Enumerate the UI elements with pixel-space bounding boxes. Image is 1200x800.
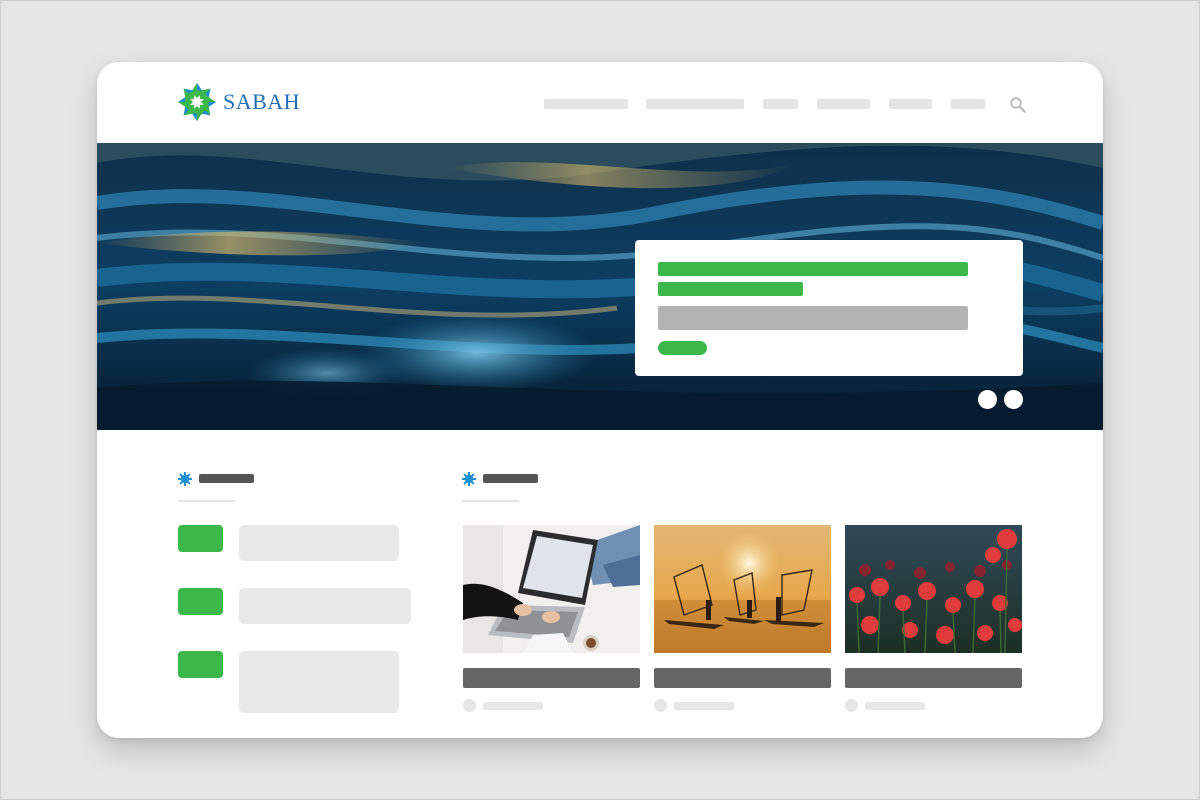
carousel-dot-2[interactable] bbox=[1004, 390, 1023, 409]
carousel-dot-1[interactable] bbox=[978, 390, 997, 409]
nav-item-5[interactable] bbox=[889, 99, 932, 109]
poppy-field-photo[interactable] bbox=[845, 525, 1022, 653]
list-item-text[interactable] bbox=[239, 588, 411, 624]
list-item-text[interactable] bbox=[239, 651, 399, 713]
hero-cta-button[interactable] bbox=[658, 341, 707, 355]
list-item-text[interactable] bbox=[239, 525, 399, 561]
card-meta bbox=[865, 702, 925, 710]
hero-title-line-1 bbox=[658, 262, 968, 276]
card-title[interactable] bbox=[845, 668, 1022, 688]
avatar bbox=[845, 699, 858, 712]
section-heading-list bbox=[199, 474, 254, 483]
card-title[interactable] bbox=[654, 668, 831, 688]
laptop-photo[interactable] bbox=[463, 525, 640, 653]
nav-item-1[interactable] bbox=[544, 99, 628, 109]
main-nav bbox=[97, 99, 1103, 109]
nav-item-6[interactable] bbox=[951, 99, 985, 109]
browser-window: SABAH bbox=[97, 62, 1103, 738]
star-burst-icon bbox=[178, 472, 192, 486]
hero-banner bbox=[97, 143, 1103, 430]
avatar bbox=[654, 699, 667, 712]
section-divider bbox=[462, 500, 519, 502]
section-divider bbox=[178, 500, 235, 502]
card-meta bbox=[674, 702, 734, 710]
avatar bbox=[463, 699, 476, 712]
section-heading-gallery bbox=[483, 474, 538, 483]
fishermen-sunset-photo[interactable] bbox=[654, 525, 831, 653]
list-item-badge bbox=[178, 525, 223, 552]
hero-description bbox=[658, 306, 968, 330]
card-title[interactable] bbox=[463, 668, 640, 688]
star-burst-icon bbox=[462, 472, 476, 486]
list-item-badge bbox=[178, 651, 223, 678]
nav-item-4[interactable] bbox=[817, 99, 870, 109]
list-item-badge bbox=[178, 588, 223, 615]
hero-title-line-2 bbox=[658, 282, 803, 296]
card-meta bbox=[483, 702, 543, 710]
hero-caption-card bbox=[635, 240, 1023, 376]
nav-item-3[interactable] bbox=[763, 99, 798, 109]
search-icon[interactable] bbox=[1009, 96, 1027, 114]
nav-item-2[interactable] bbox=[646, 99, 744, 109]
